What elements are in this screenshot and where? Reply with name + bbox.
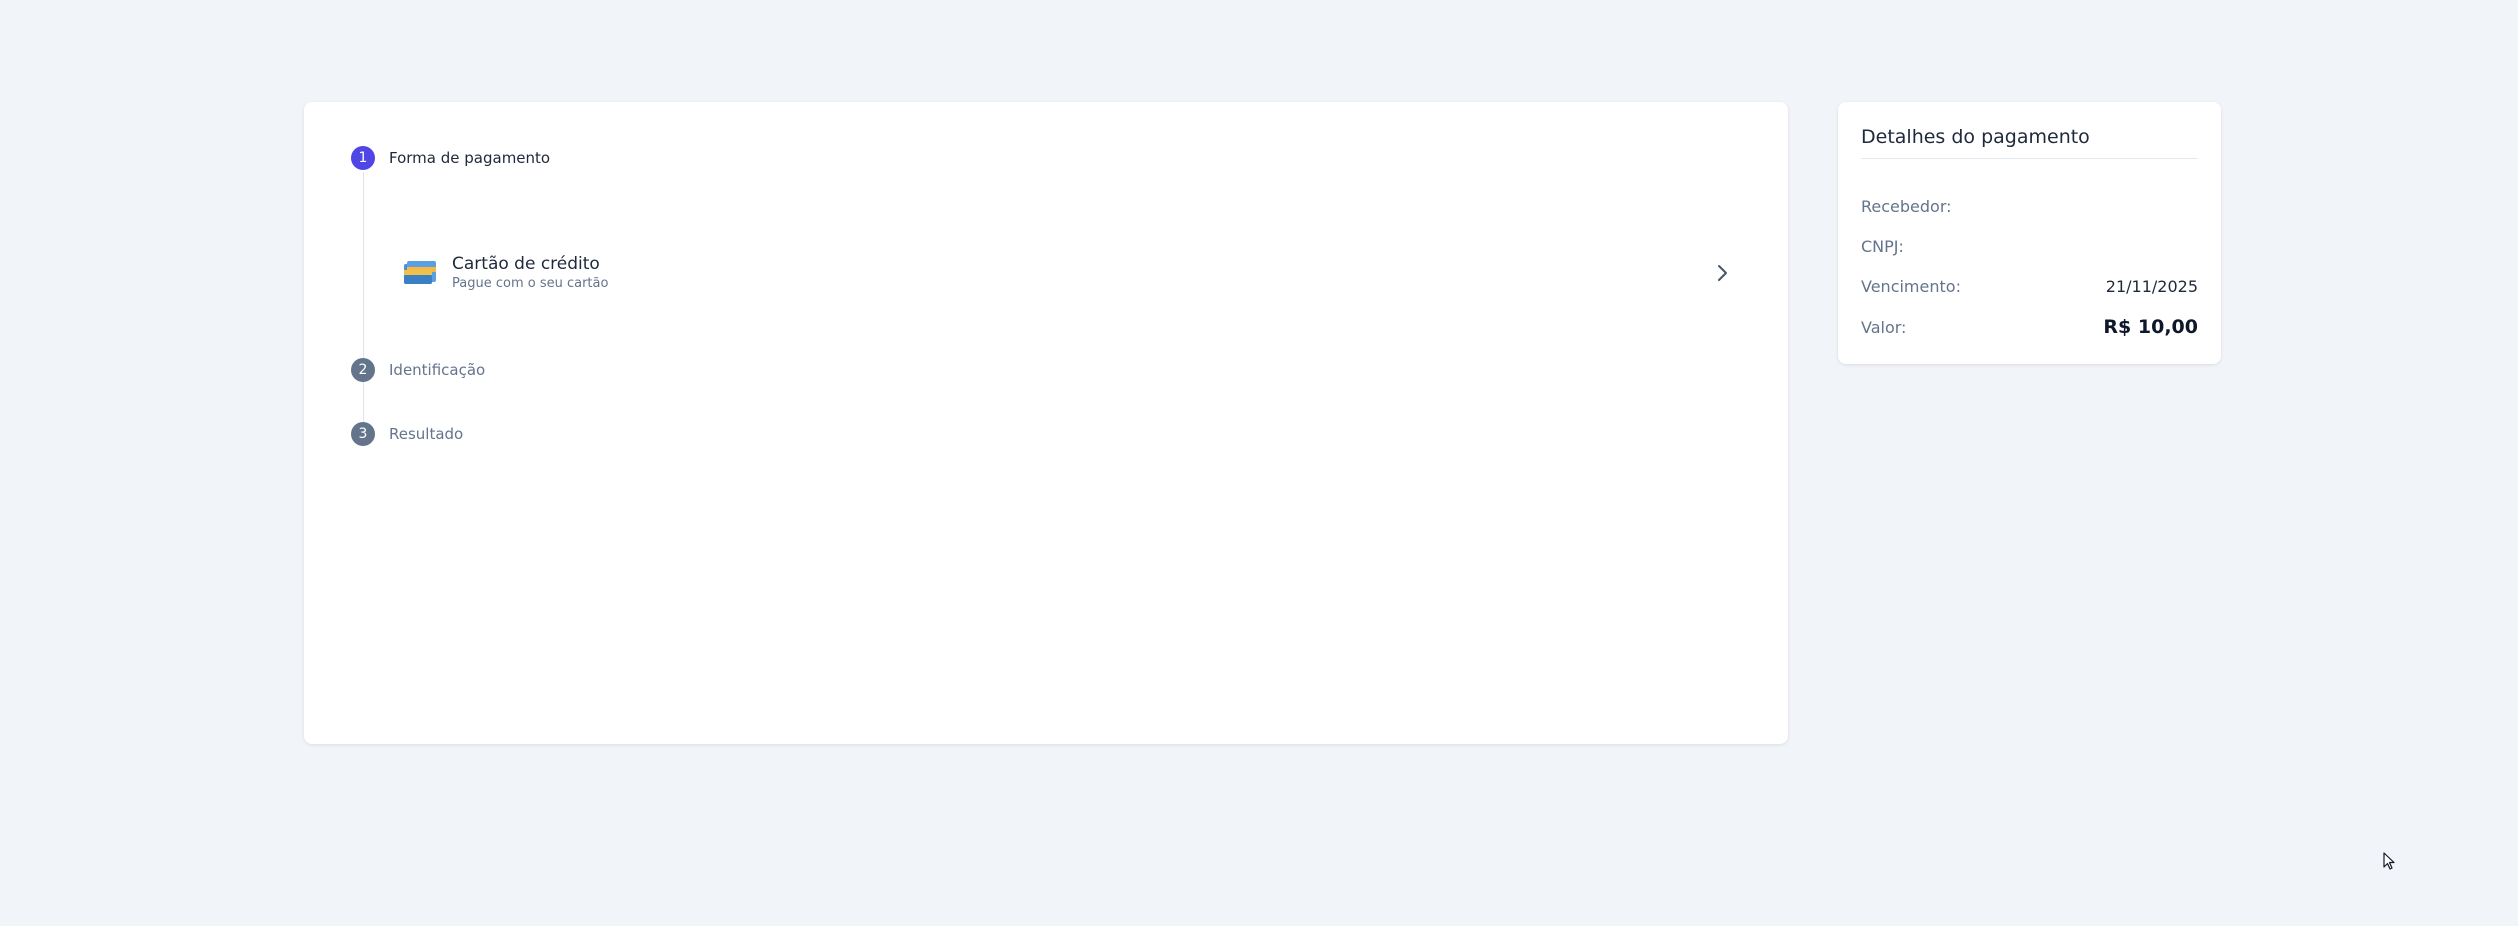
valor-label: Valor: — [1861, 317, 1907, 337]
vencimento-label: Vencimento: — [1861, 276, 1961, 296]
payment-method-title: Cartão de crédito — [452, 254, 600, 274]
credit-card-icon — [404, 260, 436, 286]
step-resultado[interactable]: 3 Resultado — [351, 422, 463, 446]
step-number-badge: 2 — [351, 358, 375, 382]
payment-details-card: Detalhes do pagamento Recebedor: CNPJ: V… — [1838, 102, 2221, 364]
recebedor-label: Recebedor: — [1861, 196, 1952, 216]
detail-row-cnpj: CNPJ: — [1861, 233, 2198, 259]
step-label: Forma de pagamento — [389, 149, 551, 167]
mouse-cursor-icon — [2383, 852, 2397, 872]
step-number-badge: 3 — [351, 422, 375, 446]
valor-value: R$ 10,00 — [2103, 316, 2198, 338]
step-connector-line — [363, 172, 364, 444]
step-label: Resultado — [389, 425, 464, 443]
vencimento-value: 21/11/2025 — [2105, 276, 2198, 296]
step-label: Identificação — [389, 361, 486, 379]
payment-method-credit-card[interactable]: Cartão de crédito Pague com o seu cartão — [404, 248, 1734, 298]
detail-row-valor: Valor: R$ 10,00 — [1861, 314, 2198, 340]
payment-method-subtitle: Pague com o seu cartão — [452, 276, 609, 291]
detail-row-recebedor: Recebedor: — [1861, 193, 2198, 219]
payment-steps-card: 1 Forma de pagamento Cartão de crédito P… — [304, 102, 1788, 744]
detail-row-vencimento: Vencimento: 21/11/2025 — [1861, 273, 2198, 299]
step-number-badge: 1 — [351, 146, 375, 170]
step-forma-de-pagamento[interactable]: 1 Forma de pagamento — [351, 146, 550, 170]
cnpj-label: CNPJ: — [1861, 236, 1904, 256]
chevron-right-icon[interactable] — [1710, 261, 1734, 285]
payment-details-title: Detalhes do pagamento — [1861, 126, 2198, 159]
step-identificacao[interactable]: 2 Identificação — [351, 358, 485, 382]
